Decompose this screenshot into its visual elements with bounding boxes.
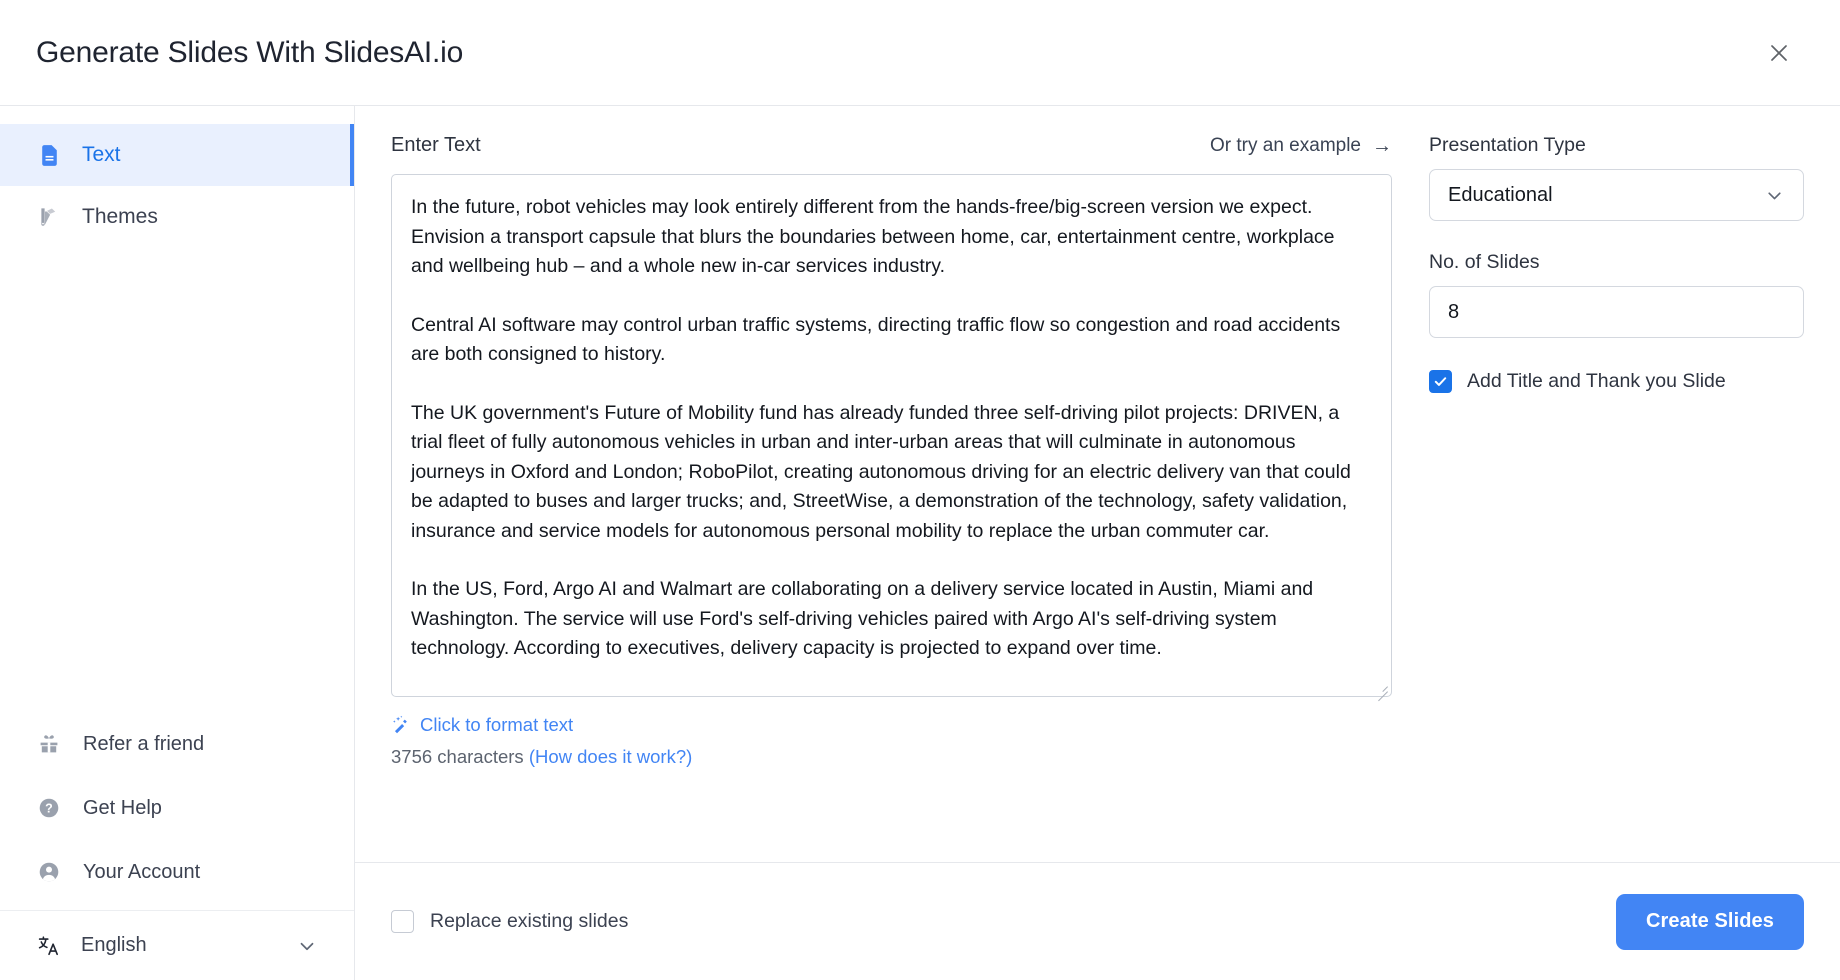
text-paragraph: The UK government's Future of Mobility f… [411, 401, 1351, 542]
editor-column: Enter Text Or try an example → In the fu… [355, 134, 1420, 862]
sidebar-item-get-help[interactable]: ? Get Help [0, 776, 354, 840]
character-count: 3756 characters [391, 746, 524, 767]
try-an-example-label: Or try an example [1210, 134, 1361, 156]
sidebar-item-refer-a-friend[interactable]: Refer a friend [0, 712, 354, 776]
how-does-it-work-link[interactable]: (How does it work?) [529, 746, 692, 767]
sidebar-item-label: Your Account [83, 860, 201, 883]
user-circle-icon [36, 859, 62, 885]
replace-slides-checkbox-row[interactable]: Replace existing slides [391, 910, 628, 933]
sidebar-item-label: Themes [82, 205, 158, 228]
text-paragraph: Central AI software may control urban tr… [411, 313, 1341, 366]
create-slides-button[interactable]: Create Slides [1615, 893, 1804, 950]
text-paragraph: In the US, Ford, Argo AI and Walmart are… [411, 578, 1314, 659]
sidebar-nav-top: Text Themes [0, 124, 354, 248]
sidebar-item-text[interactable]: Text [0, 124, 354, 186]
sidebar-item-label: Text [82, 143, 121, 166]
character-count-row: 3756 characters (How does it work?) [391, 746, 1392, 768]
format-text-link[interactable]: Click to format text [391, 714, 1392, 736]
modal-footer: Replace existing slides Create Slides [355, 862, 1840, 980]
try-an-example-link[interactable]: Or try an example → [1210, 135, 1392, 157]
document-icon [36, 142, 63, 169]
main-inner: Enter Text Or try an example → In the fu… [355, 106, 1840, 862]
presentation-type-label: Presentation Type [1429, 134, 1586, 156]
no-of-slides-label: No. of Slides [1429, 251, 1540, 273]
close-icon[interactable] [1762, 36, 1796, 70]
magic-wand-icon [391, 715, 411, 735]
sidebar: Text Themes Refer a friend ? Get Help Yo… [0, 106, 355, 980]
add-title-checkbox[interactable] [1429, 370, 1452, 393]
svg-text:?: ? [45, 802, 53, 816]
format-text-label: Click to format text [420, 714, 574, 735]
textarea-wrapper: In the future, robot vehicles may look e… [391, 174, 1392, 697]
options-column: Presentation Type Educational No. of Sli… [1420, 134, 1840, 862]
sidebar-item-themes[interactable]: Themes [0, 186, 354, 248]
slidesai-modal: Generate Slides With SlidesAI.io Text Th… [0, 0, 1840, 980]
text-input[interactable]: In the future, robot vehicles may look e… [391, 174, 1392, 697]
modal-header: Generate Slides With SlidesAI.io [0, 0, 1840, 105]
modal-body: Text Themes Refer a friend ? Get Help Yo… [0, 105, 1840, 980]
palette-icon [36, 204, 63, 231]
sidebar-item-your-account[interactable]: Your Account [0, 840, 354, 904]
chevron-down-icon [1764, 185, 1785, 206]
translate-icon [36, 933, 62, 959]
question-circle-icon: ? [36, 795, 62, 821]
replace-slides-label: Replace existing slides [430, 910, 629, 932]
main-content: Enter Text Or try an example → In the fu… [355, 106, 1840, 980]
gift-icon [36, 731, 62, 757]
text-paragraph: In the future, robot vehicles may look e… [411, 196, 1335, 277]
language-label: English [81, 934, 147, 956]
presentation-type-value: Educational [1448, 183, 1553, 206]
presentation-type-select[interactable]: Educational [1429, 169, 1804, 221]
page-title: Generate Slides With SlidesAI.io [36, 35, 464, 69]
add-title-checkbox-row[interactable]: Add Title and Thank you Slide [1429, 370, 1804, 393]
sidebar-nav-bottom: Refer a friend ? Get Help Your Account [0, 712, 354, 910]
options-spacer [1429, 221, 1804, 251]
sidebar-item-label: Get Help [83, 796, 162, 819]
sidebar-item-label: Refer a friend [83, 732, 205, 755]
no-of-slides-input[interactable] [1429, 286, 1804, 338]
editor-header: Enter Text Or try an example → [391, 134, 1392, 174]
replace-slides-checkbox[interactable] [391, 910, 414, 933]
language-selector[interactable]: English [0, 910, 354, 980]
arrow-right-icon: → [1372, 134, 1392, 157]
enter-text-label: Enter Text [391, 134, 481, 156]
chevron-down-icon[interactable] [296, 935, 318, 957]
add-title-label: Add Title and Thank you Slide [1467, 370, 1726, 392]
